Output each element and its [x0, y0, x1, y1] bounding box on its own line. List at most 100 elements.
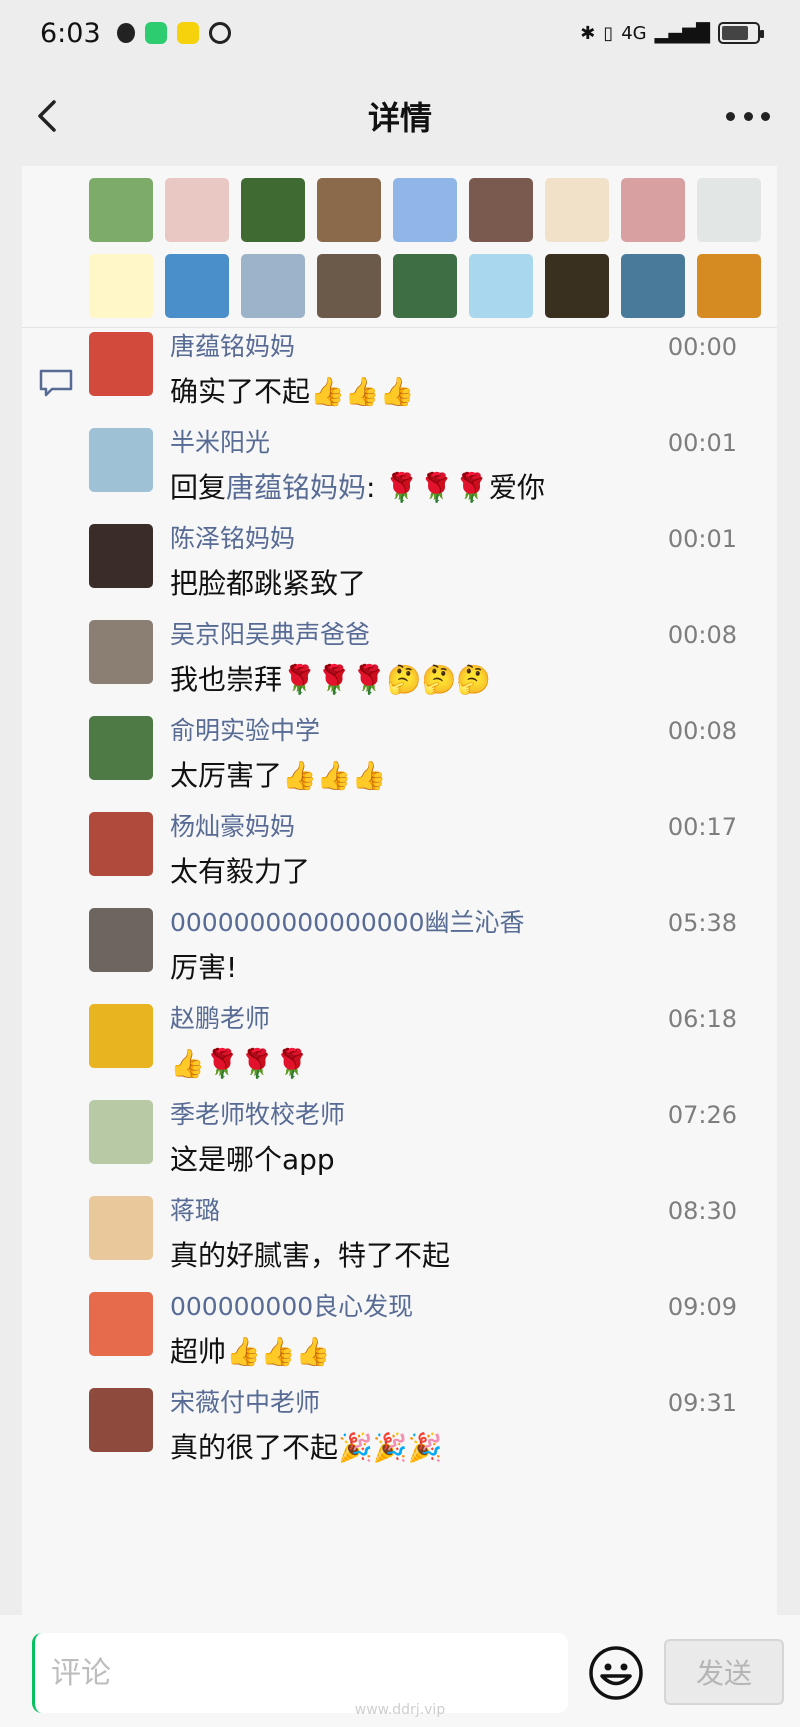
commenter-name[interactable]: 唐蕴铭妈妈: [170, 332, 295, 362]
like-avatar[interactable]: [545, 254, 609, 318]
signal-icon: ▂▄▆█: [654, 22, 710, 44]
like-avatar[interactable]: [89, 254, 153, 318]
comment-item[interactable]: 半米阳光 00:01 回复唐蕴铭妈妈: 🌹🌹🌹爱你: [22, 428, 777, 534]
comment-time: 00:01: [667, 429, 737, 457]
alarm-icon: [208, 22, 231, 44]
battery-icon: [718, 22, 764, 44]
comment-item[interactable]: 000000000良心发现 09:09 超帅👍👍👍: [22, 1292, 777, 1398]
like-avatar[interactable]: [317, 254, 381, 318]
commenter-name[interactable]: 杨灿豪妈妈: [170, 812, 295, 842]
commenter-name[interactable]: 蒋璐: [170, 1196, 220, 1226]
comment-time: 00:08: [667, 621, 737, 649]
comment-text: 👍🌹🌹🌹: [170, 1047, 310, 1080]
comment-text: 真的好腻害，特了不起: [170, 1239, 451, 1272]
like-avatar[interactable]: [393, 254, 457, 318]
vibrate-icon: ▯: [603, 22, 614, 44]
commenter-avatar[interactable]: [89, 716, 153, 780]
reply-body: : 🌹🌹🌹爱你: [366, 471, 545, 504]
like-avatar[interactable]: [469, 254, 533, 318]
commenter-avatar[interactable]: [89, 1100, 153, 1164]
reply-mention[interactable]: 唐蕴铭妈妈: [226, 471, 366, 504]
nav-bar: 详情: [0, 66, 800, 166]
commenter-name[interactable]: 000000000良心发现: [170, 1292, 413, 1322]
commenter-avatar[interactable]: [89, 1388, 153, 1452]
status-time: 6:03: [40, 17, 101, 49]
comment-item[interactable]: 陈泽铭妈妈 00:01 把脸都跳紧致了: [22, 524, 777, 630]
commenter-name[interactable]: 宋薇付中老师: [170, 1388, 320, 1418]
comment-input[interactable]: [32, 1633, 568, 1713]
comment-item[interactable]: 赵鹏老师 06:18 👍🌹🌹🌹: [22, 1004, 777, 1110]
commenter-name[interactable]: 季老师牧校老师: [170, 1100, 345, 1130]
comment-item[interactable]: 季老师牧校老师 07:26 这是哪个app: [22, 1100, 777, 1206]
commenter-avatar[interactable]: [89, 620, 153, 684]
like-avatar[interactable]: [697, 254, 761, 318]
commenter-avatar[interactable]: [89, 428, 153, 492]
comment-item[interactable]: 0000000000000000幽兰沁香 05:38 厉害!: [22, 908, 777, 1014]
commenter-name[interactable]: 陈泽铭妈妈: [170, 524, 295, 554]
comment-time: 08:30: [667, 1197, 737, 1225]
comment-time: 06:18: [667, 1005, 737, 1033]
like-avatar[interactable]: [621, 178, 685, 242]
comment-time: 00:17: [667, 813, 737, 841]
comment-item[interactable]: 俞明实验中学 00:08 太厉害了👍👍👍: [22, 716, 777, 822]
like-avatar[interactable]: [469, 178, 533, 242]
like-avatar[interactable]: [621, 254, 685, 318]
battery-level: [722, 26, 748, 40]
commenter-avatar[interactable]: [89, 332, 153, 396]
comment-text: 太厉害了👍👍👍: [170, 759, 387, 792]
network-type: 4G: [621, 22, 647, 44]
status-left: 6:03: [40, 18, 231, 49]
reply-prefix: 回复: [170, 471, 227, 504]
like-avatar[interactable]: [317, 178, 381, 242]
commenter-name[interactable]: 半米阳光: [170, 428, 270, 458]
send-button[interactable]: 发送: [664, 1639, 784, 1705]
like-avatar[interactable]: [241, 178, 305, 242]
comment-time: 00:00: [667, 333, 737, 361]
like-avatar[interactable]: [241, 254, 305, 318]
commenter-name[interactable]: 赵鹏老师: [170, 1004, 270, 1034]
comment-time: 05:38: [667, 909, 737, 937]
like-avatar[interactable]: [89, 178, 153, 242]
status-right: ✱ ▯ 4G ▂▄▆█: [580, 22, 764, 44]
comment-text: 真的很了不起🎉🎉🎉: [170, 1431, 443, 1464]
commenter-name[interactable]: 吴京阳吴典声爸爸: [170, 620, 370, 650]
like-avatar[interactable]: [697, 178, 761, 242]
app-notification-icon-yellow: [176, 22, 199, 44]
app-root: 6:03 ✱ ▯ 4G ▂▄▆█ 详情 唐蕴铭妈妈 00:00 确实了不起👍👍👍…: [0, 0, 800, 1727]
back-icon[interactable]: [28, 96, 68, 136]
comment-text: 我也崇拜🌹🌹🌹🤔🤔🤔: [170, 663, 492, 696]
like-avatar[interactable]: [165, 254, 229, 318]
comment-text: 确实了不起👍👍👍: [170, 375, 415, 408]
commenter-name[interactable]: 俞明实验中学: [170, 716, 320, 746]
app-notification-icon: [144, 22, 167, 44]
watermark: www.ddrj.vip: [354, 1702, 446, 1718]
emoji-icon[interactable]: [588, 1645, 644, 1701]
comment-item[interactable]: 唐蕴铭妈妈 00:00 确实了不起👍👍👍: [22, 332, 777, 438]
comment-time: 07:26: [667, 1101, 737, 1129]
commenter-avatar[interactable]: [89, 812, 153, 876]
commenter-avatar[interactable]: [89, 1004, 153, 1068]
comment-item[interactable]: 吴京阳吴典声爸爸 00:08 我也崇拜🌹🌹🌹🤔🤔🤔: [22, 620, 777, 726]
like-avatar[interactable]: [393, 178, 457, 242]
commenter-avatar[interactable]: [89, 1292, 153, 1356]
commenter-avatar[interactable]: [89, 524, 153, 588]
comment-item[interactable]: 杨灿豪妈妈 00:17 太有毅力了: [22, 812, 777, 918]
commenter-name[interactable]: 0000000000000000幽兰沁香: [170, 908, 525, 938]
like-avatar-grid: [89, 178, 769, 318]
like-avatar[interactable]: [545, 178, 609, 242]
commenter-avatar[interactable]: [89, 1196, 153, 1260]
comment-text: 太有毅力了: [170, 855, 311, 888]
like-avatar[interactable]: [165, 178, 229, 242]
comment-time: 09:31: [667, 1389, 737, 1417]
comment-time: 00:01: [667, 525, 737, 553]
page-title: 详情: [367, 99, 432, 137]
comment-item[interactable]: 蒋璐 08:30 真的好腻害，特了不起: [22, 1196, 777, 1302]
comment-time: 09:09: [667, 1293, 737, 1321]
comment-item[interactable]: 宋薇付中老师 09:31 真的很了不起🎉🎉🎉: [22, 1388, 777, 1494]
qq-icon: [116, 23, 135, 43]
commenter-avatar[interactable]: [89, 908, 153, 972]
detail-panel: 唐蕴铭妈妈 00:00 确实了不起👍👍👍 半米阳光 00:01 回复唐蕴铭妈妈: 🌹🌹🌹爱…: [22, 166, 777, 1615]
more-options-icon[interactable]: [726, 106, 770, 126]
comment-text: 回复唐蕴铭妈妈: 🌹🌹🌹爱你: [170, 468, 545, 508]
comment-text: 这是哪个app: [170, 1143, 335, 1176]
